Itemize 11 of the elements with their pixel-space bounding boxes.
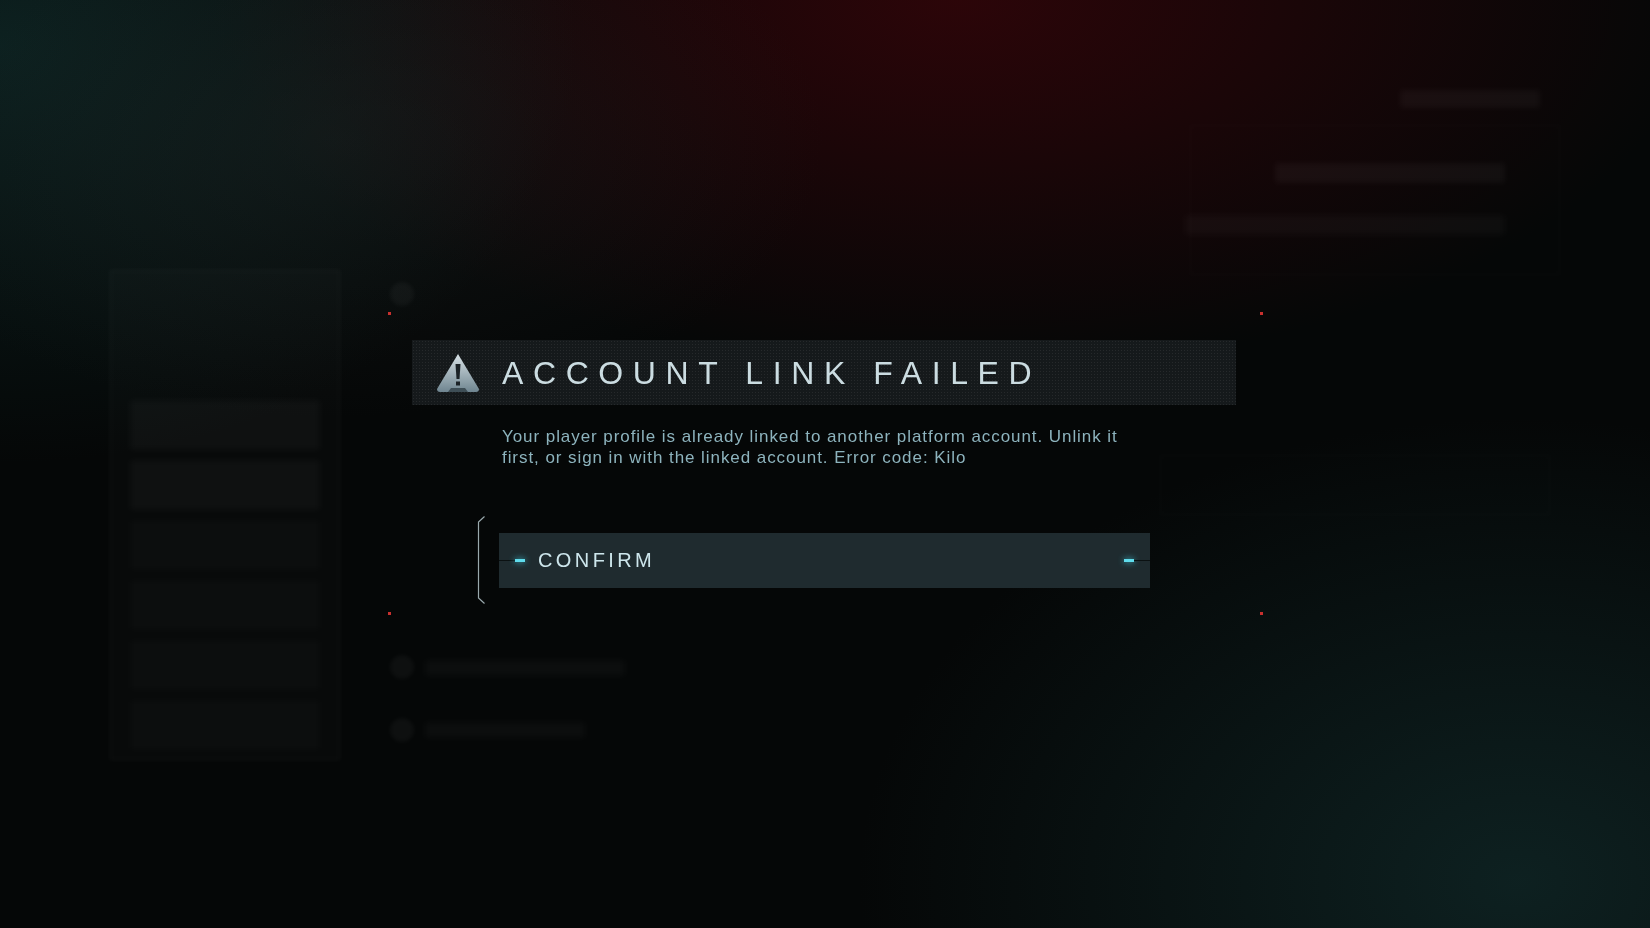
corner-marker-icon: [388, 612, 391, 615]
warning-icon: [436, 352, 480, 393]
corner-marker-icon: [1260, 612, 1263, 615]
confirm-button[interactable]: CONFIRM: [499, 532, 1150, 588]
dialog-title: ACCOUNT LINK FAILED: [502, 353, 1042, 393]
corner-marker-icon: [388, 312, 391, 315]
corner-marker-icon: [1260, 312, 1263, 315]
focus-bracket-icon: [476, 516, 485, 604]
dialog-message: Your player profile is already linked to another platform account. Unlink it first, or sign in with the linked account. Error code: Kilo: [502, 426, 1119, 468]
dash-icon: [515, 558, 525, 562]
dash-icon: [1124, 558, 1134, 562]
